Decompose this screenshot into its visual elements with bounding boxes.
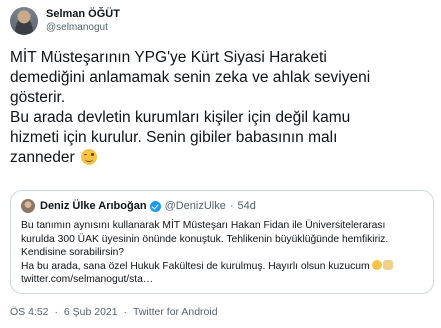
waving-hand-emoji-icon: [382, 259, 393, 270]
verified-badge-icon: [149, 200, 161, 212]
author-handle[interactable]: @selmanogut: [46, 21, 120, 35]
separator-dot: ·: [229, 200, 234, 212]
grinning-sweat-emoji-icon: [371, 259, 382, 270]
tweet-line: hizmeti için kurulur. Senin gibiler baba…: [10, 129, 338, 146]
quoted-author-avatar: [21, 199, 35, 213]
quoted-author-name: Deniz Ülke Arıboğan: [40, 200, 147, 212]
quoted-line: Ha bu arada, sana özel Hukuk Fakültesi d…: [21, 259, 425, 274]
meta-separator: ·: [123, 306, 128, 318]
tweet-line: MİT Müsteşarının YPG'ye Kürt Siyasi Hara…: [10, 49, 327, 66]
quoted-line: Kendisine sorabilirsin?: [21, 247, 125, 258]
quoted-line-text: Ha bu arada, sana özel Hukuk Fakültesi d…: [21, 260, 370, 272]
tweet-line: Bu arada devletin kurumları kişiler için…: [10, 109, 351, 126]
author-name[interactable]: Selman ÖĞÜT: [46, 7, 120, 21]
tweet-line: demediğini anlamamak senin zeka ve ahlak…: [10, 69, 371, 86]
quoted-tweet[interactable]: Deniz Ülke Arıboğan @DenizUlke · 54d Bu …: [10, 190, 434, 294]
author-info[interactable]: Selman ÖĞÜT @selmanogut: [46, 7, 120, 35]
meta-separator: ·: [54, 306, 58, 318]
quoted-link[interactable]: twitter.com/selmanogut/sta…: [21, 273, 425, 287]
winking-face-emoji-icon: [80, 149, 97, 165]
tweet-date[interactable]: 6 Şub 2021: [64, 306, 118, 318]
author-avatar[interactable]: [10, 7, 38, 35]
quoted-tweet-time: 54d: [237, 200, 256, 212]
quoted-tweet-text: Bu tanımın aynısını kullanarak MİT Müste…: [21, 219, 425, 287]
tweet-line-last: zanneder: [10, 148, 435, 168]
quoted-line: Bu tanımın aynısını kullanarak MİT Müste…: [21, 220, 386, 231]
tweet-source[interactable]: Twitter for Android: [133, 306, 218, 318]
quoted-line: kurulda 300 ÜAK üyesinin önünde konuştuk…: [21, 233, 389, 245]
tweet-text: MİT Müsteşarının YPG'ye Kürt Siyasi Hara…: [10, 48, 435, 168]
tweet-line-text: zanneder: [10, 149, 75, 166]
tweet-header: Selman ÖĞÜT @selmanogut: [10, 6, 120, 36]
tweet-time[interactable]: ÖS 4:52: [10, 306, 49, 318]
tweet-meta: ÖS 4:52 · 6 Şub 2021 · Twitter for Andro…: [10, 306, 218, 318]
quoted-author-handle: @DenizUlke: [164, 200, 226, 212]
tweet-line: gösterir.: [10, 89, 66, 106]
tweet-card: Selman ÖĞÜT @selmanogut MİT Müsteşarının…: [0, 0, 441, 328]
quoted-tweet-header: Deniz Ülke Arıboğan @DenizUlke · 54d: [21, 199, 256, 213]
